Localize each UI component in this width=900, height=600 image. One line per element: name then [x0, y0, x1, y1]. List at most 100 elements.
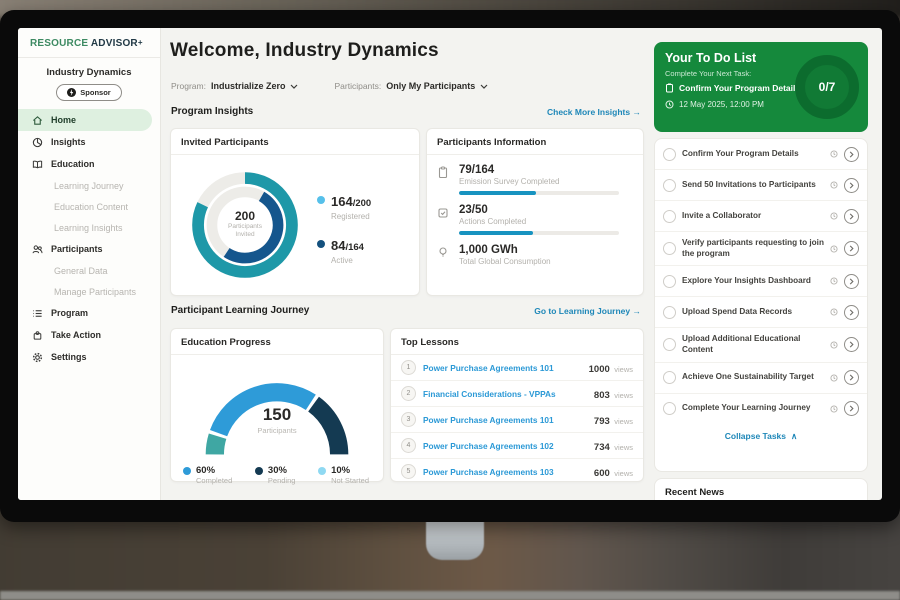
- sidebar-item-learning-insights[interactable]: Learning Insights: [18, 217, 160, 238]
- page-title: Welcome, Industry Dynamics: [170, 40, 439, 62]
- task-row-send-invitations: Send 50 Invitations to Participants: [655, 170, 867, 201]
- sidebar-item-label: Education Content: [54, 202, 128, 212]
- sidebar-item-general-data[interactable]: General Data: [18, 260, 160, 281]
- participants-information-card: Participants Information 79/164 Emission…: [426, 128, 644, 296]
- card-title: Participants Information: [427, 129, 643, 155]
- sponsor-badge-label: Sponsor: [80, 88, 110, 97]
- legend-value: 84: [331, 238, 345, 253]
- legend-dot-active: [317, 240, 325, 248]
- lesson-link[interactable]: Power Purchase Agreements 102: [423, 441, 587, 451]
- invited-card-body: 200 ParticipantsInvited 164/200 Register…: [171, 155, 419, 289]
- task-open-button[interactable]: [844, 147, 859, 162]
- donut-center-label1: Participants: [228, 223, 262, 230]
- task-open-button[interactable]: [844, 401, 859, 416]
- task-open-button[interactable]: [844, 305, 859, 320]
- sidebar-item-education-content[interactable]: Education Content: [18, 196, 160, 217]
- sidebar-item-education[interactable]: Education: [18, 153, 160, 175]
- progress-bar: [459, 231, 619, 235]
- sidebar-item-take-action[interactable]: Take Action: [18, 324, 160, 346]
- sidebar-item-label: Settings: [51, 352, 87, 362]
- lesson-row: 4 Power Purchase Agreements 102 734 view…: [391, 433, 643, 459]
- link-label: Check More Insights: [547, 107, 630, 117]
- filter-bar: Program:Industrialize Zero Participants:…: [171, 76, 488, 94]
- donut-center-value: 200: [181, 209, 309, 223]
- task-label: Achieve One Sustainability Target: [682, 372, 824, 383]
- chevron-down-icon: [290, 84, 298, 89]
- recent-news-card: Recent News: [654, 478, 868, 500]
- task-checkbox[interactable]: [663, 179, 676, 192]
- sidebar-item-program[interactable]: Program: [18, 302, 160, 324]
- task-checkbox[interactable]: [663, 275, 676, 288]
- clock-icon: [830, 272, 838, 290]
- sidebar-nav: Home Insights Education Learning Journey…: [18, 109, 160, 368]
- donut-center-label2: Invited: [235, 231, 254, 238]
- logo-plus: +: [138, 38, 143, 47]
- people-icon: [32, 244, 43, 255]
- card-title: Top Lessons: [391, 329, 643, 355]
- check-square-icon: [437, 204, 451, 235]
- lesson-rank: 4: [401, 438, 416, 453]
- sponsor-badge[interactable]: Sponsor: [56, 84, 122, 101]
- task-checkbox[interactable]: [663, 306, 676, 319]
- gauge-center-value: 150: [182, 405, 372, 425]
- task-label: Upload Additional Educational Content: [682, 334, 824, 355]
- task-checkbox[interactable]: [663, 371, 676, 384]
- lesson-rank: 1: [401, 360, 416, 375]
- lesson-link[interactable]: Financial Considerations - VPPAs: [423, 389, 587, 399]
- top-lessons-card: Top Lessons 1 Power Purchase Agreements …: [390, 328, 644, 482]
- sidebar-item-settings[interactable]: Settings: [18, 346, 160, 368]
- lesson-link[interactable]: Power Purchase Agreements 101: [423, 415, 587, 425]
- task-checkbox[interactable]: [663, 402, 676, 415]
- lesson-row: 3 Power Purchase Agreements 101 793 view…: [391, 407, 643, 433]
- collapse-tasks-link[interactable]: Collapse Tasks ∧: [655, 424, 867, 448]
- todo-due: 12 May 2025, 12:00 PM: [665, 100, 764, 109]
- task-open-button[interactable]: [844, 337, 859, 352]
- arrow-right-icon: →: [633, 306, 642, 316]
- stat-label: Emission Survey Completed: [459, 177, 619, 186]
- app-logo: RESOURCE ADVISOR+: [18, 28, 160, 58]
- chevron-right-icon: [849, 182, 854, 189]
- participants-filter[interactable]: Participants: Only My Participants: [334, 76, 488, 94]
- legend-value-sub: /200: [353, 198, 372, 209]
- program-filter[interactable]: Program:Industrialize Zero: [171, 76, 298, 94]
- task-checkbox[interactable]: [663, 210, 676, 223]
- task-label: Complete Your Learning Journey: [682, 403, 824, 414]
- sidebar-item-participants[interactable]: Participants: [18, 238, 160, 260]
- chevron-right-icon: [849, 341, 854, 348]
- todo-progress-value: 0/7: [819, 80, 836, 94]
- task-open-button[interactable]: [844, 178, 859, 193]
- task-open-button[interactable]: [844, 370, 859, 385]
- sidebar-item-label: Participants: [51, 244, 103, 254]
- legend-dot-not-started: [318, 467, 326, 475]
- clock-icon: [830, 207, 838, 225]
- task-checkbox[interactable]: [663, 242, 676, 255]
- lesson-row: 2 Financial Considerations - VPPAs 803 v…: [391, 381, 643, 407]
- sidebar-item-home[interactable]: Home: [18, 109, 152, 131]
- education-legend: 60%Completed 30%Pending 10%Not Started: [171, 459, 383, 485]
- sidebar-item-learning-journey[interactable]: Learning Journey: [18, 175, 160, 196]
- participants-filter-label: Participants:: [334, 81, 381, 91]
- task-label: Upload Spend Data Records: [682, 307, 824, 318]
- participants-filter-value: Only My Participants: [386, 81, 475, 91]
- invited-participants-card: Invited Participants 200 Partic: [170, 128, 420, 296]
- task-open-button[interactable]: [844, 209, 859, 224]
- sidebar-item-insights[interactable]: Insights: [18, 131, 160, 153]
- sidebar-item-manage-participants[interactable]: Manage Participants: [18, 281, 160, 302]
- todo-task-list: Confirm Your Program Details Send 50 Inv…: [654, 138, 868, 472]
- check-more-insights-link[interactable]: Check More Insights →: [547, 107, 641, 117]
- lesson-link[interactable]: Power Purchase Agreements 103: [423, 467, 587, 477]
- task-checkbox[interactable]: [663, 338, 676, 351]
- list-icon: [32, 308, 43, 319]
- go-to-learning-journey-link[interactable]: Go to Learning Journey →: [534, 306, 641, 316]
- task-row-verify-participants: Verify participants requesting to join t…: [655, 232, 867, 266]
- learning-journey-header: Participant Learning Journey Go to Learn…: [171, 305, 641, 316]
- task-label: Explore Your Insights Dashboard: [682, 276, 824, 287]
- todo-due-label: 12 May 2025, 12:00 PM: [679, 100, 764, 109]
- todo-next-task: Confirm Your Program Details: [665, 83, 800, 93]
- task-open-button[interactable]: [844, 274, 859, 289]
- clock-icon: [830, 145, 838, 163]
- chevron-right-icon: [849, 278, 854, 285]
- task-checkbox[interactable]: [663, 148, 676, 161]
- lesson-link[interactable]: Power Purchase Agreements 101: [423, 363, 582, 373]
- task-open-button[interactable]: [844, 241, 859, 256]
